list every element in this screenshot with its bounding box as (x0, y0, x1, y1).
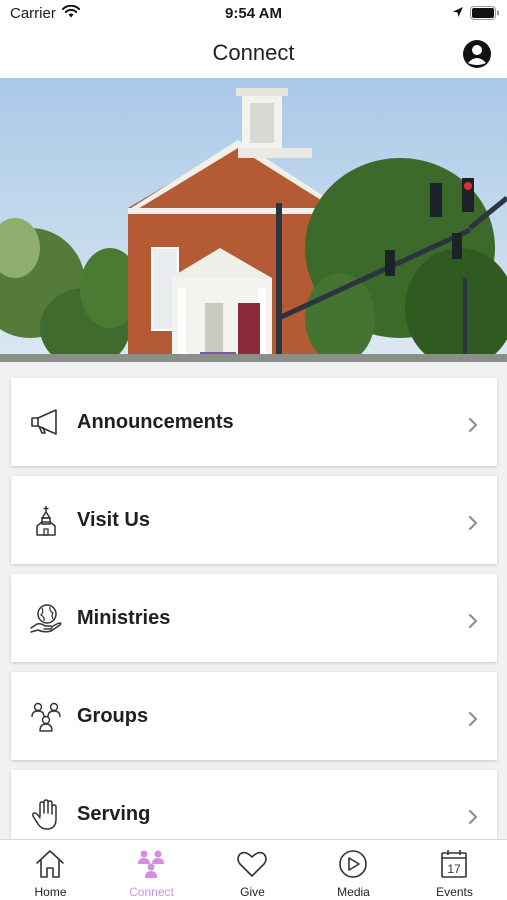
tab-label: Media (337, 885, 370, 899)
chevron-right-icon (468, 711, 478, 727)
calendar-day: 17 (447, 862, 461, 876)
tab-label: Give (240, 885, 265, 899)
hero-image (0, 78, 507, 362)
battery-icon (470, 6, 499, 20)
menu-item-announcements[interactable]: Announcements (11, 378, 497, 466)
menu-item-label: Visit Us (77, 509, 150, 531)
tab-label: Events (436, 885, 473, 899)
menu-item-ministries[interactable]: Ministries (11, 574, 497, 662)
church-icon (36, 506, 56, 536)
page-title: Connect (212, 40, 295, 65)
tab-bar: Home Connect Give Media 17 Events (0, 839, 507, 900)
chevron-right-icon (468, 809, 478, 825)
menu-item-label: Serving (77, 803, 151, 825)
tab-events[interactable]: 17 Events (404, 840, 505, 900)
play-circle-icon (339, 850, 367, 878)
profile-icon[interactable] (462, 39, 492, 69)
menu-item-label: Groups (77, 705, 149, 727)
hand-icon (32, 799, 57, 830)
menu-item-groups[interactable]: Groups (11, 672, 497, 760)
globe-hand-icon (30, 604, 62, 633)
menu-item-label: Announcements (77, 411, 234, 433)
tab-give[interactable]: Give (202, 840, 303, 900)
clock: 9:54 AM (225, 5, 282, 22)
status-bar: Carrier 9:54 AM (0, 0, 507, 30)
nav-bar: Connect (0, 30, 507, 78)
menu-item-visit-us[interactable]: Visit Us (11, 476, 497, 564)
menu-item-label: Ministries (77, 607, 171, 629)
tab-label: Home (34, 885, 67, 899)
connect-people-icon (138, 850, 164, 878)
calendar-icon: 17 (441, 850, 467, 878)
connect-menu-list: Announcements Visit Us Ministries Groups… (11, 378, 497, 868)
chevron-right-icon (468, 417, 478, 433)
home-icon (36, 850, 64, 878)
tab-home[interactable]: Home (0, 840, 101, 900)
tab-connect[interactable]: Connect (101, 840, 202, 900)
chevron-right-icon (468, 515, 478, 531)
tab-label: Connect (129, 885, 174, 899)
heart-icon (237, 851, 267, 877)
location-arrow-icon (453, 7, 463, 17)
tab-media[interactable]: Media (303, 840, 404, 900)
megaphone-icon (31, 409, 57, 435)
people-group-icon (31, 702, 61, 732)
chevron-right-icon (468, 613, 478, 629)
